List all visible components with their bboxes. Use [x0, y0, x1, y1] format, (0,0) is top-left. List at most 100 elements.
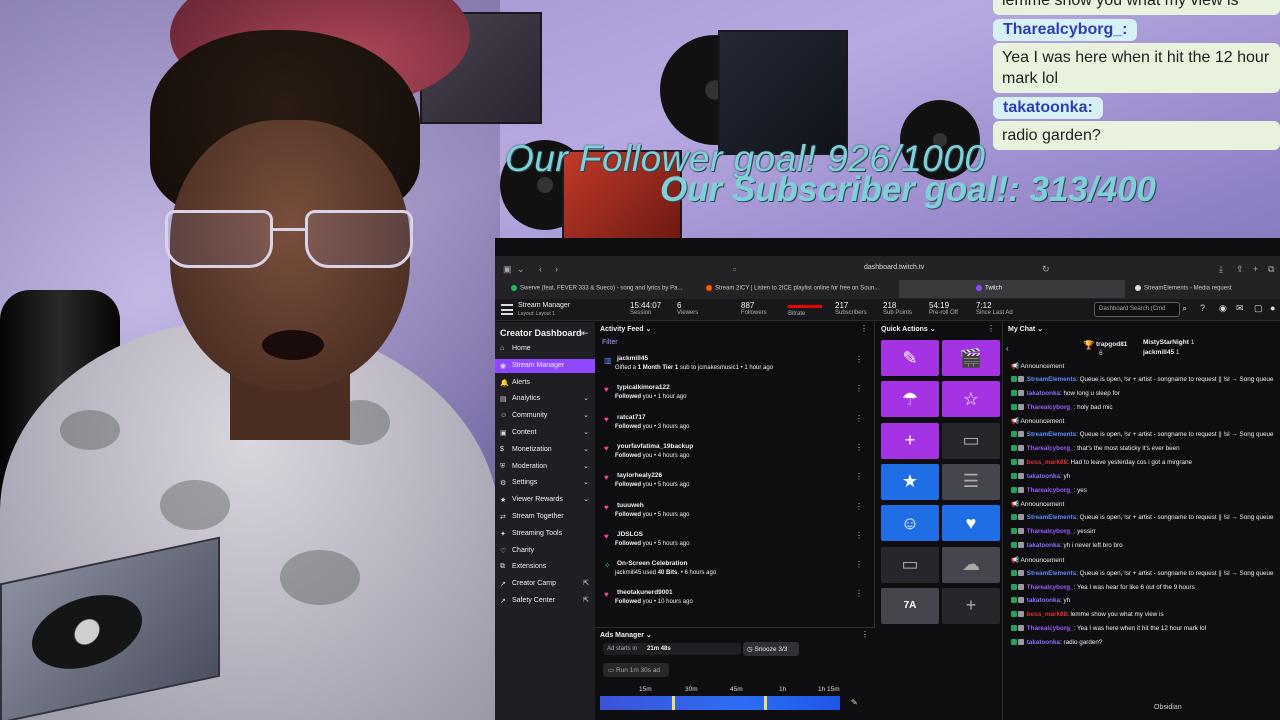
quick-action-button[interactable]: ▭ [881, 546, 939, 583]
event-menu-icon[interactable]: ⋮ [855, 589, 863, 598]
run-ad-button[interactable]: ▭ Run 1m 30s ad [603, 663, 669, 677]
quick-action-button[interactable]: ☂ [881, 381, 939, 418]
chat-username[interactable]: takatoonka [1027, 473, 1060, 480]
edit-ad-schedule-icon[interactable]: ✎ [851, 698, 858, 707]
sidebar-item-stream-together[interactable]: ⇄ Stream Together [495, 510, 595, 524]
event-menu-icon[interactable]: ⋮ [855, 560, 863, 569]
activity-event[interactable]: ♥ ratcat717 Followed you • 3 hours ago ⋮ [595, 412, 875, 440]
quick-action-button[interactable]: ☁ [942, 546, 1000, 583]
snooze-button[interactable]: ◷ Snooze 3/3 [743, 642, 799, 656]
chat-username[interactable]: takatoonka [1027, 390, 1060, 397]
event-menu-icon[interactable]: ⋮ [855, 472, 863, 481]
quick-action-button[interactable]: ☆ [942, 381, 1000, 418]
event-menu-icon[interactable]: ⋮ [855, 502, 863, 511]
search-icon[interactable]: ⌕ [1182, 303, 1187, 314]
chat-message[interactable]: boss_mark88: lemme show you what my view… [1011, 611, 1280, 619]
chat-username[interactable]: takatoonka [1027, 542, 1060, 549]
download-icon[interactable]: ⤓ [1219, 264, 1223, 275]
chat-message[interactable]: StreamElements: Queue is open, !sr + art… [1011, 569, 1280, 578]
forward-icon[interactable]: › [555, 264, 558, 274]
help-icon[interactable]: ? [1200, 303, 1205, 313]
sidebar-item-monetization[interactable]: $ Monetization ⌄ [495, 443, 595, 457]
chat-icon[interactable]: ▢ [1254, 303, 1263, 314]
chat-message[interactable]: Tharealcyborg_: yes [1011, 486, 1280, 495]
event-menu-icon[interactable]: ⋮ [855, 355, 863, 364]
activity-event[interactable]: ♥ tuuuweh Followed you • 5 hours ago ⋮ [595, 500, 875, 528]
activity-feed-title[interactable]: Activity Feed ⌄ [600, 325, 651, 333]
layout-selector[interactable]: Layout: Layout 1 [518, 311, 555, 317]
sidebar-toggle-icon[interactable]: ▣ [503, 264, 512, 275]
sidebar-item-creator-camp[interactable]: ↗ Creator Camp ⇱ [495, 577, 595, 591]
chat-username[interactable]: StreamElements [1027, 514, 1076, 521]
filter-button[interactable]: Filter [602, 339, 618, 346]
avatar[interactable]: ● [1270, 303, 1275, 313]
activity-event[interactable]: ♥ theotakunerd9001 Followed you • 10 hours… [595, 587, 875, 615]
quick-action-button[interactable]: ♥ [942, 505, 1000, 542]
chat-message[interactable]: takatoonka: yh [1011, 597, 1280, 605]
quick-action-button[interactable]: 🎬 [942, 340, 1000, 376]
panel-menu-icon[interactable]: ⋮ [987, 324, 995, 333]
browser-tab-active[interactable]: Twitch [899, 280, 1125, 298]
chat-username[interactable]: Tharealcyborg_ [1027, 528, 1074, 535]
chat-username[interactable]: boss_mark88 [1027, 611, 1067, 618]
panel-menu-icon[interactable]: ⋮ [860, 324, 868, 333]
address-bar[interactable]: dashboard.twitch.tv [864, 264, 924, 271]
chat-username[interactable]: takatoonka [1027, 639, 1060, 646]
menu-icon[interactable] [501, 304, 513, 315]
event-menu-icon[interactable]: ⋮ [855, 414, 863, 423]
sidebar-item-stream-manager[interactable]: ◉ Stream Manager [495, 358, 595, 373]
chat-message[interactable]: takatoonka: radio garden? [1011, 638, 1280, 647]
chat-username[interactable]: Tharealcyborg_ [1027, 584, 1074, 591]
chat-message[interactable]: Tharealcyborg_: holy bad mic [1011, 403, 1280, 412]
chat-message[interactable]: takatoonka: yh i never left bro bro [1011, 541, 1280, 550]
notifications-icon[interactable]: ◉ [1219, 303, 1227, 314]
stream-manager-title[interactable]: Stream Manager [518, 302, 570, 309]
new-tab-icon[interactable]: + [1253, 264, 1258, 274]
activity-event[interactable]: ♥ taylorhealy226 Followed you • 5 hours ag… [595, 470, 875, 498]
leaderboard-entry[interactable]: jackmill45 1 [1143, 349, 1180, 356]
sidebar-item-content[interactable]: ▣ Content ⌄ [495, 426, 595, 440]
sidebar-item-alerts[interactable]: 🔔 Alerts [495, 376, 595, 390]
tab-overview-icon[interactable]: ⧉ [1268, 264, 1274, 275]
chat-message[interactable]: Tharealcyborg_: that's the most staticky… [1011, 445, 1280, 453]
sidebar-item-settings[interactable]: ⚙ Settings ⌄ [495, 476, 595, 490]
chat-message[interactable]: StreamElements: Queue is open, !sr + art… [1011, 431, 1280, 439]
leaderboard-entry[interactable]: trapgod81 [1096, 341, 1127, 348]
inbox-icon[interactable]: ✉ [1236, 303, 1244, 314]
event-menu-icon[interactable]: ⋮ [855, 443, 863, 452]
my-chat-title[interactable]: My Chat ⌄ [1008, 325, 1043, 333]
chat-username[interactable]: takatoonka [1027, 597, 1060, 604]
chat-username[interactable]: boss_mark88 [1027, 459, 1067, 466]
chat-username[interactable]: StreamElements [1027, 376, 1076, 383]
chat-message[interactable]: boss_mark88: Had to leave yesterday cos … [1011, 458, 1280, 467]
sidebar-item-viewer-rewards[interactable]: ★ Viewer Rewards ⌄ [495, 493, 595, 507]
activity-event[interactable]: ♥ typicalkimora122 Followed you • 1 hour a… [595, 382, 875, 410]
sidebar-item-extensions[interactable]: ⧉ Extensions [495, 560, 595, 574]
activity-event[interactable]: ♥ JDSLOS Followed you • 5 hours ago ⋮ [595, 529, 875, 557]
activity-event[interactable]: ✧ On-Screen Celebration jackmill45 used 40… [595, 558, 875, 586]
sidebar-item-streaming-tools[interactable]: ✦ Streaming Tools [495, 527, 595, 541]
chat-username[interactable]: Tharealcyborg_ [1027, 404, 1074, 411]
chat-username[interactable]: StreamElements [1027, 570, 1076, 577]
quick-actions-title[interactable]: Quick Actions ⌄ [881, 325, 936, 333]
quick-action-button[interactable]: ✎ [881, 340, 939, 376]
chat-message[interactable]: StreamElements: Queue is open, !sr + art… [1011, 514, 1280, 522]
sidebar-item-safety-center[interactable]: ↗ Safety Center ⇱ [495, 594, 595, 608]
back-icon[interactable]: ‹ [1006, 344, 1009, 353]
quick-action-button[interactable]: ☺ [881, 505, 939, 542]
chat-username[interactable]: Tharealcyborg_ [1027, 487, 1074, 494]
reload-icon[interactable]: ↻ [1042, 264, 1050, 275]
chat-message[interactable]: takatoonka: yh [1011, 472, 1280, 481]
activity-event[interactable]: ♥ yourfavfatima_19backup Followed you • 4 … [595, 441, 875, 469]
chat-message[interactable]: StreamElements: Queue is open, !sr + art… [1011, 376, 1280, 384]
quick-action-button[interactable]: ★ [881, 463, 939, 500]
sidebar-item-home[interactable]: ⌂ Home [495, 342, 595, 356]
quick-action-button[interactable]: + [942, 587, 1000, 624]
sidebar-item-moderation[interactable]: ⛨ Moderation ⌄ [495, 460, 595, 474]
quick-action-button[interactable]: ☰ [942, 463, 1000, 500]
activity-event[interactable]: ▥ jackmill45 Gifted a 1 Month Tier 1 sub t… [595, 353, 875, 381]
chat-message[interactable]: Tharealcyborg_: Yea I was here when it h… [1011, 624, 1280, 633]
chat-username[interactable]: Tharealcyborg_ [1027, 445, 1074, 452]
chevron-down-icon[interactable]: ⌄ [517, 264, 525, 275]
quick-action-button[interactable]: ▭ [942, 422, 1000, 459]
